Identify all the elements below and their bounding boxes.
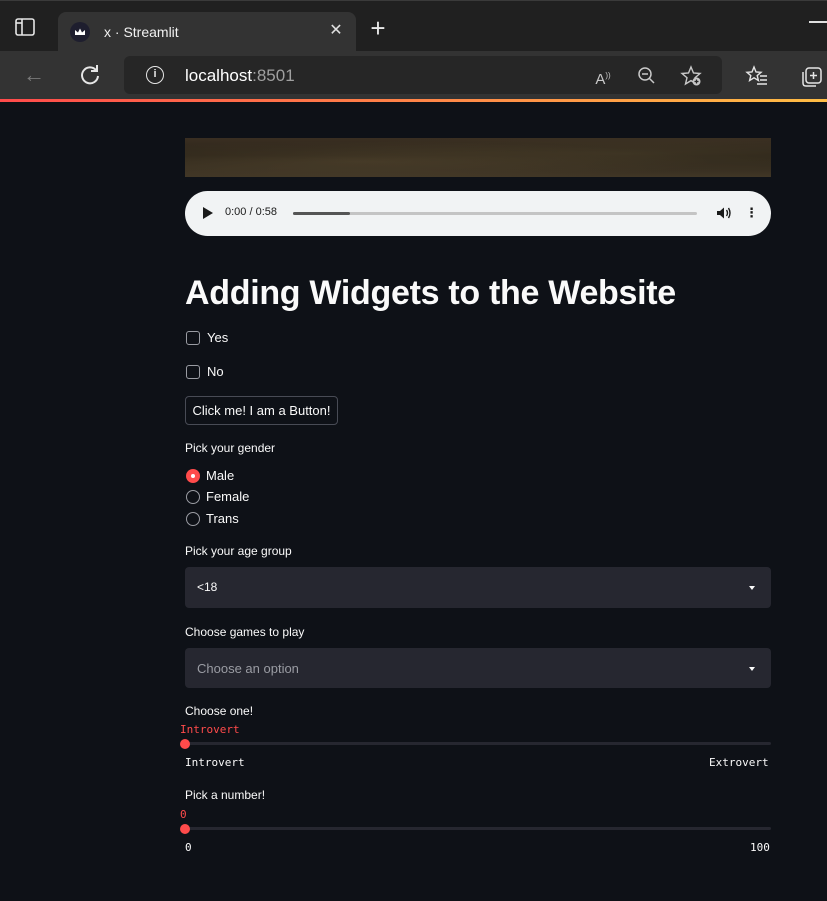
games-multiselect[interactable]: Choose an option [185,648,771,688]
zoom-out-icon[interactable] [636,65,658,87]
number-max-label: 100 [750,841,770,854]
audio-time: 0:00 / 0:58 [225,206,277,218]
number-min-label: 0 [185,841,192,854]
new-tab-icon[interactable]: + [366,15,390,41]
url-text: localhost:8501 [185,66,295,85]
page-title: Adding Widgets to the Website [185,274,676,312]
audio-progress [293,212,350,215]
checkbox-box[interactable] [186,365,200,379]
radio-label: Female [206,489,250,504]
favorites-icon[interactable] [745,64,769,88]
radio-button[interactable] [186,469,200,483]
age-select-value: <18 [197,580,218,594]
chevron-down-icon[interactable] [749,667,755,671]
video-player[interactable] [185,138,771,177]
back-arrow-icon[interactable]: ← [20,61,48,89]
age-select[interactable]: <18 [185,567,771,608]
number-slider-value: 0 [180,808,187,821]
streamlit-crown-icon [70,22,90,42]
browser-tab-bar: x · Streamlit ✕ + [0,0,827,53]
collections-icon[interactable] [800,64,824,88]
games-placeholder: Choose an option [197,661,299,676]
personality-slider-value: Introvert [180,723,240,736]
personality-label: Choose one! [185,704,254,718]
games-label: Choose games to play [185,625,305,639]
gender-label: Pick your gender [185,441,276,455]
play-icon[interactable] [203,207,213,219]
checkbox-label: No [207,364,224,379]
radio-button[interactable] [186,490,200,504]
personality-slider-track[interactable] [185,742,771,745]
more-options-icon[interactable]: ⋮ [745,204,758,222]
browser-toolbar: ← i localhost:8501 A)) [0,51,827,99]
number-label: Pick a number! [185,788,266,802]
number-slider-thumb[interactable] [180,824,190,834]
click-me-button[interactable]: Click me! I am a Button! [185,396,338,425]
audio-player[interactable]: 0:00 / 0:58 ⋮ [185,191,771,236]
number-slider-track[interactable] [185,827,771,830]
chevron-down-icon[interactable] [749,586,755,590]
reload-icon[interactable] [76,61,104,89]
checkbox-label: Yes [207,330,229,345]
address-bar[interactable]: i localhost:8501 A)) [124,56,722,94]
browser-tab[interactable]: x · Streamlit ✕ [58,12,356,53]
personality-max-label: Extrovert [709,756,769,769]
site-info-icon[interactable]: i [146,66,164,84]
personality-slider-thumb[interactable] [180,739,190,749]
minimize-window-icon[interactable] [809,21,827,23]
radio-label: Trans [206,511,239,526]
read-aloud-icon[interactable]: A)) [592,65,614,88]
audio-seek-bar[interactable] [293,212,697,215]
streamlit-accent-line [0,99,827,102]
tab-title: x · Streamlit [104,24,179,40]
tab-actions-icon[interactable] [14,17,36,37]
radio-button[interactable] [186,512,200,526]
radio-label: Male [206,468,235,483]
checkbox-box[interactable] [186,331,200,345]
add-favorite-icon[interactable] [680,65,702,87]
personality-min-label: Introvert [185,756,245,769]
close-tab-icon[interactable]: ✕ [326,21,346,41]
volume-icon[interactable] [715,204,733,222]
age-label: Pick your age group [185,544,292,558]
